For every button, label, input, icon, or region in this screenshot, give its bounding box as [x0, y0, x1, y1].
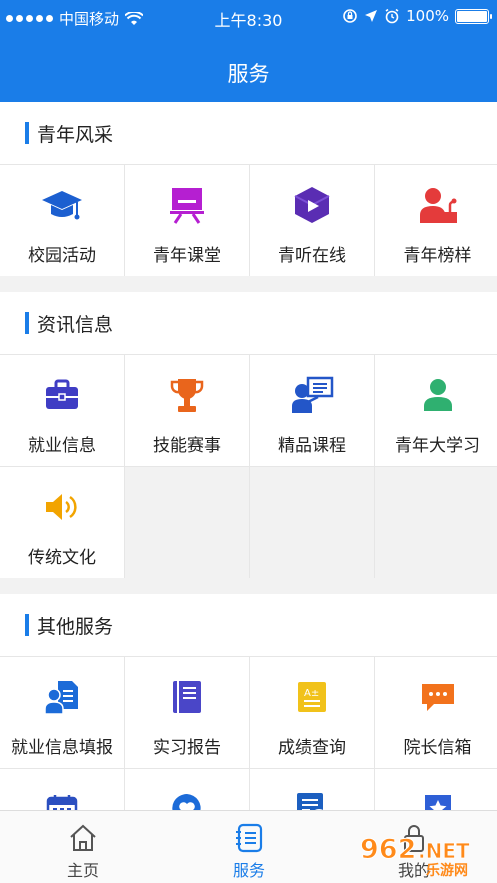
- section-title: 资讯信息: [37, 313, 114, 336]
- tab-home[interactable]: 主页: [0, 811, 166, 883]
- page-title: 服务: [227, 62, 270, 86]
- play-cube-icon: [290, 183, 334, 227]
- svg-text:A±: A±: [304, 688, 319, 699]
- svg-text:乐游网: 乐游网: [426, 862, 468, 878]
- service-item-label: 传统文化: [28, 548, 96, 568]
- service-item-label: 青听在线: [278, 246, 346, 266]
- service-item-skill-contests[interactable]: 技能赛事: [125, 355, 249, 466]
- grid-empty-cell: [125, 467, 249, 578]
- service-item-favorites[interactable]: [375, 769, 497, 810]
- online-lecture-icon: [290, 373, 334, 417]
- calendar-icon: [40, 787, 84, 810]
- service-item-youth-models[interactable]: 青年榜样: [375, 165, 497, 276]
- orientation-lock-icon: [343, 9, 357, 23]
- service-item-label: 校园活动: [28, 246, 96, 266]
- graduation-cap-icon: [40, 183, 84, 227]
- section-accent-bar: [25, 122, 29, 144]
- service-item-featured-courses[interactable]: 精品课程: [250, 355, 374, 466]
- service-item-calendar[interactable]: [0, 769, 124, 810]
- service-item-internship-report[interactable]: 实习报告: [125, 657, 249, 768]
- svg-text:.NET: .NET: [418, 839, 470, 863]
- battery-percent: 100%: [406, 7, 449, 25]
- service-item-dean-mailbox[interactable]: 院长信箱: [375, 657, 497, 768]
- chat-bubble-icon: [416, 675, 460, 719]
- service-item-label: 青年大学习: [395, 436, 480, 456]
- person-icon: [416, 373, 460, 417]
- service-item-grade-query[interactable]: A± 成绩查询: [250, 657, 374, 768]
- service-item-label: 青年榜样: [403, 246, 472, 266]
- user-document-icon: [40, 675, 84, 719]
- svg-text:962: 962: [360, 834, 416, 865]
- service-item-label: 院长信箱: [403, 738, 472, 758]
- section-title: 其他服务: [37, 615, 114, 638]
- trophy-icon: [165, 373, 209, 417]
- grid-empty-cell: [375, 467, 497, 578]
- service-item-label: 就业信息填报: [11, 738, 113, 758]
- section-header-youth-style: 青年风采: [0, 102, 497, 164]
- speaker-podium-icon: [416, 183, 460, 227]
- service-item-youth-classroom[interactable]: 青年课堂: [125, 165, 249, 276]
- service-item-campus-activities[interactable]: 校园活动: [0, 165, 124, 276]
- tab-label: 主页: [66, 861, 99, 880]
- service-item-label: 青年课堂: [153, 246, 221, 266]
- document-alert-icon: [290, 787, 334, 810]
- battery-icon: [455, 8, 492, 24]
- tab-label: 服务: [232, 861, 265, 880]
- news-info-grid: 就业信息 技能赛事 精品课程 青年大学习 传统文化: [0, 354, 497, 578]
- app-header: 中国移动 上午8:30 100% 服务: [0, 0, 497, 102]
- star-shield-icon: [416, 787, 460, 810]
- service-item-label: 成绩查询: [278, 738, 346, 758]
- alarm-icon: [385, 8, 399, 24]
- home-icon: [68, 823, 98, 853]
- service-item-heart-chat[interactable]: [125, 769, 249, 810]
- service-item-traditional-culture[interactable]: 传统文化: [0, 467, 124, 578]
- section-accent-bar: [25, 312, 29, 334]
- location-arrow-icon: [365, 10, 378, 22]
- service-item-employment-report[interactable]: 就业信息填报: [0, 657, 124, 768]
- section-title: 青年风采: [37, 123, 114, 146]
- service-item-notice[interactable]: [250, 769, 374, 810]
- service-item-label: 精品课程: [278, 436, 346, 456]
- service-item-label: 就业信息: [28, 436, 96, 456]
- status-bar: 中国移动 上午8:30 100%: [0, 0, 497, 34]
- grade-card-icon: A±: [290, 675, 334, 719]
- service-item-label: 技能赛事: [153, 436, 221, 456]
- tab-services[interactable]: 服务: [166, 811, 332, 883]
- service-list-icon: [234, 823, 264, 853]
- site-watermark: 962 .NET 乐游网: [356, 828, 491, 880]
- service-item-employment-info[interactable]: 就业信息: [0, 355, 124, 466]
- section-header-news-info: 资讯信息: [0, 292, 497, 354]
- heart-bubble-icon: [165, 787, 209, 810]
- section-accent-bar: [25, 614, 29, 636]
- section-header-other-services: 其他服务: [0, 594, 497, 656]
- service-item-youth-study[interactable]: 青年大学习: [375, 355, 497, 466]
- briefcase-icon: [40, 373, 84, 417]
- easel-board-icon: [165, 183, 209, 227]
- speaker-icon: [40, 485, 84, 529]
- youth-style-grid: 校园活动 青年课堂 青听在线 青年榜样: [0, 164, 497, 276]
- other-services-grid: 就业信息填报 实习报告 A± 成绩查询 院长信箱: [0, 656, 497, 810]
- notebook-icon: [165, 675, 209, 719]
- service-content[interactable]: 青年风采 校园活动 青年课堂 青听在线 青年榜样 资讯信息 就业信息 技能赛事 …: [0, 102, 497, 810]
- grid-empty-cell: [250, 467, 374, 578]
- service-item-label: 实习报告: [153, 738, 221, 758]
- service-item-listen-online[interactable]: 青听在线: [250, 165, 374, 276]
